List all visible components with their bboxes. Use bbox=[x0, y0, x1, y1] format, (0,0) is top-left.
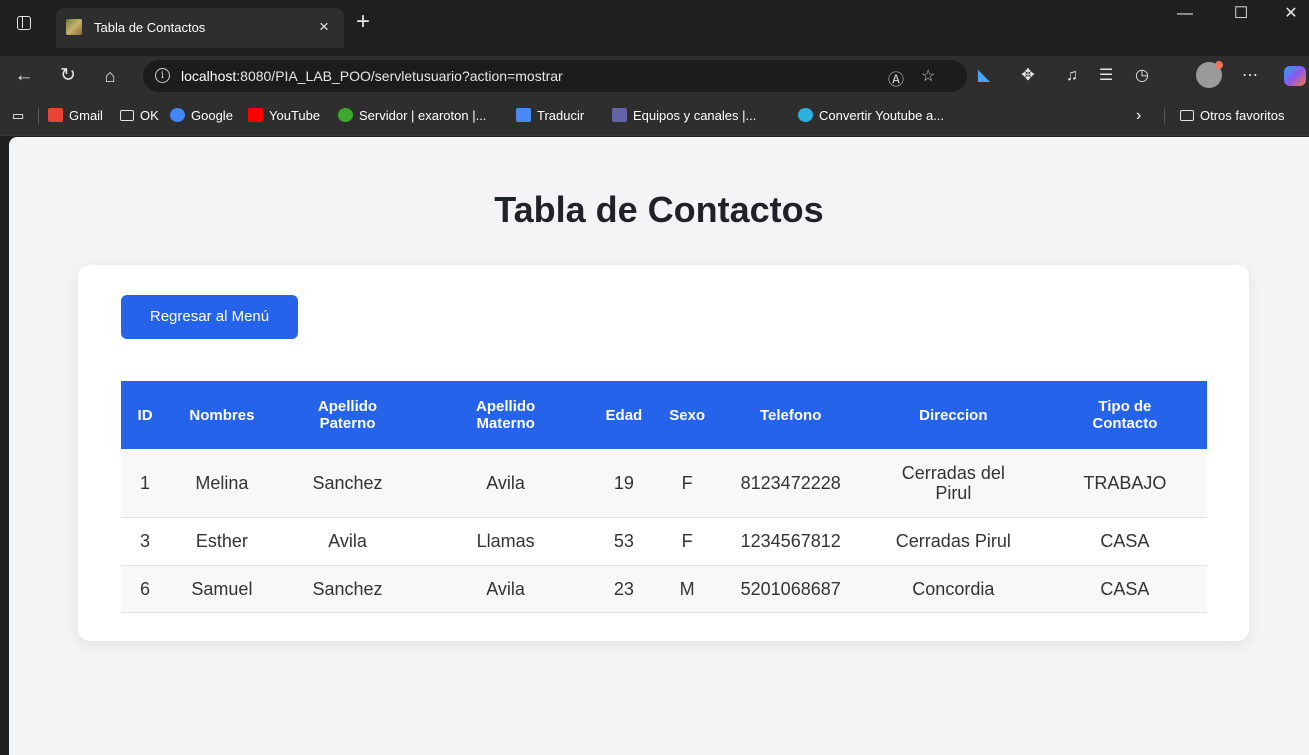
cell-nombres: Melina bbox=[169, 449, 275, 518]
cell-sexo: M bbox=[656, 565, 718, 613]
google-icon bbox=[170, 108, 185, 122]
cell-direccion: Concordia bbox=[863, 565, 1043, 613]
header-tipo-contacto: Tipo de Contacto bbox=[1092, 398, 1158, 432]
read-aloud-icon[interactable]: Ⓐ bbox=[888, 66, 904, 90]
bookmark-separator bbox=[38, 108, 39, 124]
bookmark-gmail[interactable]: Gmail bbox=[48, 108, 103, 124]
cell-nombres: Samuel bbox=[169, 565, 275, 613]
split-screen-icon[interactable]: ♫ bbox=[1060, 64, 1084, 88]
back-icon[interactable]: ← bbox=[12, 64, 36, 88]
gmail-icon bbox=[48, 108, 63, 122]
cell-sexo: F bbox=[656, 449, 718, 518]
page-viewport: Tabla de Contactos Regresar al Menú ID N… bbox=[9, 137, 1309, 755]
bookmarks-bar: ▭ Gmail OK Google YouTube Servidor | exa… bbox=[0, 96, 1309, 136]
title-bar: Tabla de Contactos × + — ☐ ✕ bbox=[0, 0, 1309, 48]
copilot-icon[interactable] bbox=[1284, 66, 1306, 86]
more-bookmarks-icon[interactable]: › bbox=[1136, 108, 1141, 124]
bookmark-converter[interactable]: Convertir Youtube a... bbox=[798, 108, 944, 124]
more-menu-icon[interactable]: ⋯ bbox=[1238, 64, 1262, 88]
cell-sexo: F bbox=[656, 517, 718, 566]
exaroton-icon bbox=[338, 108, 353, 122]
cell-edad: 23 bbox=[590, 565, 657, 613]
table-row: 3 Esther Avila Llamas 53 F 1234567812 Ce… bbox=[121, 517, 1207, 566]
header-apellido-paterno: Apellido Paterno bbox=[317, 398, 378, 432]
header-direccion: Direccion bbox=[919, 406, 988, 424]
cell-tipo-contacto: TRABAJO bbox=[1042, 449, 1207, 518]
cell-apellido-materno: Avila bbox=[420, 565, 591, 613]
cell-direccion: Cerradas del Pirul bbox=[863, 449, 1043, 518]
cell-id: 1 bbox=[121, 449, 170, 518]
cell-apellido-materno: Avila bbox=[420, 449, 591, 518]
folder-icon bbox=[1180, 110, 1194, 121]
header-id: ID bbox=[137, 406, 153, 424]
youtube-icon bbox=[248, 108, 263, 122]
header-nombres: Nombres bbox=[189, 406, 255, 424]
bookmark-ok[interactable]: OK bbox=[120, 108, 159, 124]
cell-edad: 19 bbox=[590, 449, 657, 518]
contacts-card: Regresar al Menú ID Nombres Apellido Pat… bbox=[78, 265, 1249, 641]
bookmark-traducir[interactable]: Traducir bbox=[516, 108, 584, 124]
extension-icon[interactable]: ◣ bbox=[972, 64, 996, 88]
profile-avatar[interactable] bbox=[1196, 61, 1223, 88]
extensions-puzzle-icon[interactable]: ✥ bbox=[1016, 64, 1040, 88]
converter-icon bbox=[798, 108, 813, 122]
refresh-icon[interactable]: ↻ bbox=[56, 64, 80, 88]
bookmark-exaroton[interactable]: Servidor | exaroton |... bbox=[338, 108, 486, 124]
cell-telefono: 5201068687 bbox=[717, 565, 864, 613]
tab-close-icon[interactable]: × bbox=[319, 17, 329, 37]
browser-window: Tabla de Contactos × + — ☐ ✕ ← ↻ ⌂ i loc… bbox=[0, 0, 1309, 755]
favorites-icon[interactable]: ☰ bbox=[1094, 64, 1118, 88]
reading-list-icon[interactable]: ▭ bbox=[12, 108, 24, 124]
close-window-icon[interactable]: ✕ bbox=[1268, 0, 1309, 32]
cell-telefono: 8123472228 bbox=[717, 449, 864, 518]
header-telefono: Telefono bbox=[760, 406, 822, 424]
site-info-icon[interactable]: i bbox=[155, 68, 170, 83]
cell-tipo-contacto: CASA bbox=[1042, 517, 1207, 566]
maximize-icon[interactable]: ☐ bbox=[1218, 0, 1264, 32]
header-edad: Edad bbox=[605, 406, 643, 424]
page-title: Tabla de Contactos bbox=[494, 189, 824, 230]
tab-favicon-icon bbox=[66, 19, 82, 35]
table-header-row: ID Nombres Apellido Paterno Apellido Mat… bbox=[121, 381, 1207, 449]
teams-icon bbox=[612, 108, 627, 122]
cell-direccion: Cerradas Pirul bbox=[863, 517, 1043, 566]
bookmark-youtube[interactable]: YouTube bbox=[248, 108, 320, 124]
tab-title: Tabla de Contactos bbox=[94, 20, 206, 35]
url-text[interactable]: localhost:8080/PIA_LAB_POO/servletusuari… bbox=[181, 68, 563, 84]
table-row: 1 Melina Sanchez Avila 19 F 8123472228 C… bbox=[121, 449, 1207, 518]
address-bar[interactable]: i localhost:8080/PIA_LAB_POO/servletusua… bbox=[143, 60, 967, 92]
translate-icon bbox=[516, 108, 531, 122]
cell-apellido-paterno: Avila bbox=[274, 517, 421, 566]
bookmark-google[interactable]: Google bbox=[170, 108, 233, 124]
bookmark-teams[interactable]: Equipos y canales |... bbox=[612, 108, 756, 124]
favorite-star-icon[interactable]: ☆ bbox=[921, 66, 935, 86]
cell-apellido-materno: Llamas bbox=[420, 517, 591, 566]
minimize-icon[interactable]: — bbox=[1162, 0, 1208, 32]
tab-actions-icon[interactable] bbox=[14, 13, 34, 33]
folder-icon bbox=[120, 110, 134, 121]
cell-tipo-contacto: CASA bbox=[1042, 565, 1207, 613]
header-apellido-materno: Apellido Materno bbox=[476, 398, 536, 432]
other-favorites[interactable]: Otros favoritos bbox=[1180, 108, 1285, 124]
new-tab-button[interactable]: + bbox=[356, 10, 370, 34]
bookmark-separator bbox=[1164, 108, 1165, 124]
active-tab[interactable]: Tabla de Contactos × bbox=[56, 8, 344, 48]
history-icon[interactable]: ◷ bbox=[1130, 64, 1154, 88]
home-icon[interactable]: ⌂ bbox=[98, 64, 122, 88]
contacts-table: ID Nombres Apellido Paterno Apellido Mat… bbox=[121, 381, 1207, 613]
cell-apellido-paterno: Sanchez bbox=[274, 449, 421, 518]
header-sexo: Sexo bbox=[669, 406, 706, 424]
cell-id: 6 bbox=[121, 565, 170, 613]
table-row: 6 Samuel Sanchez Avila 23 M 5201068687 C… bbox=[121, 565, 1207, 613]
address-toolbar: ← ↻ ⌂ i localhost:8080/PIA_LAB_POO/servl… bbox=[0, 56, 1309, 96]
cell-edad: 53 bbox=[590, 517, 657, 566]
cell-nombres: Esther bbox=[169, 517, 275, 566]
cell-telefono: 1234567812 bbox=[717, 517, 864, 566]
back-to-menu-button[interactable]: Regresar al Menú bbox=[121, 295, 298, 339]
cell-id: 3 bbox=[121, 517, 170, 566]
cell-apellido-paterno: Sanchez bbox=[274, 565, 421, 613]
